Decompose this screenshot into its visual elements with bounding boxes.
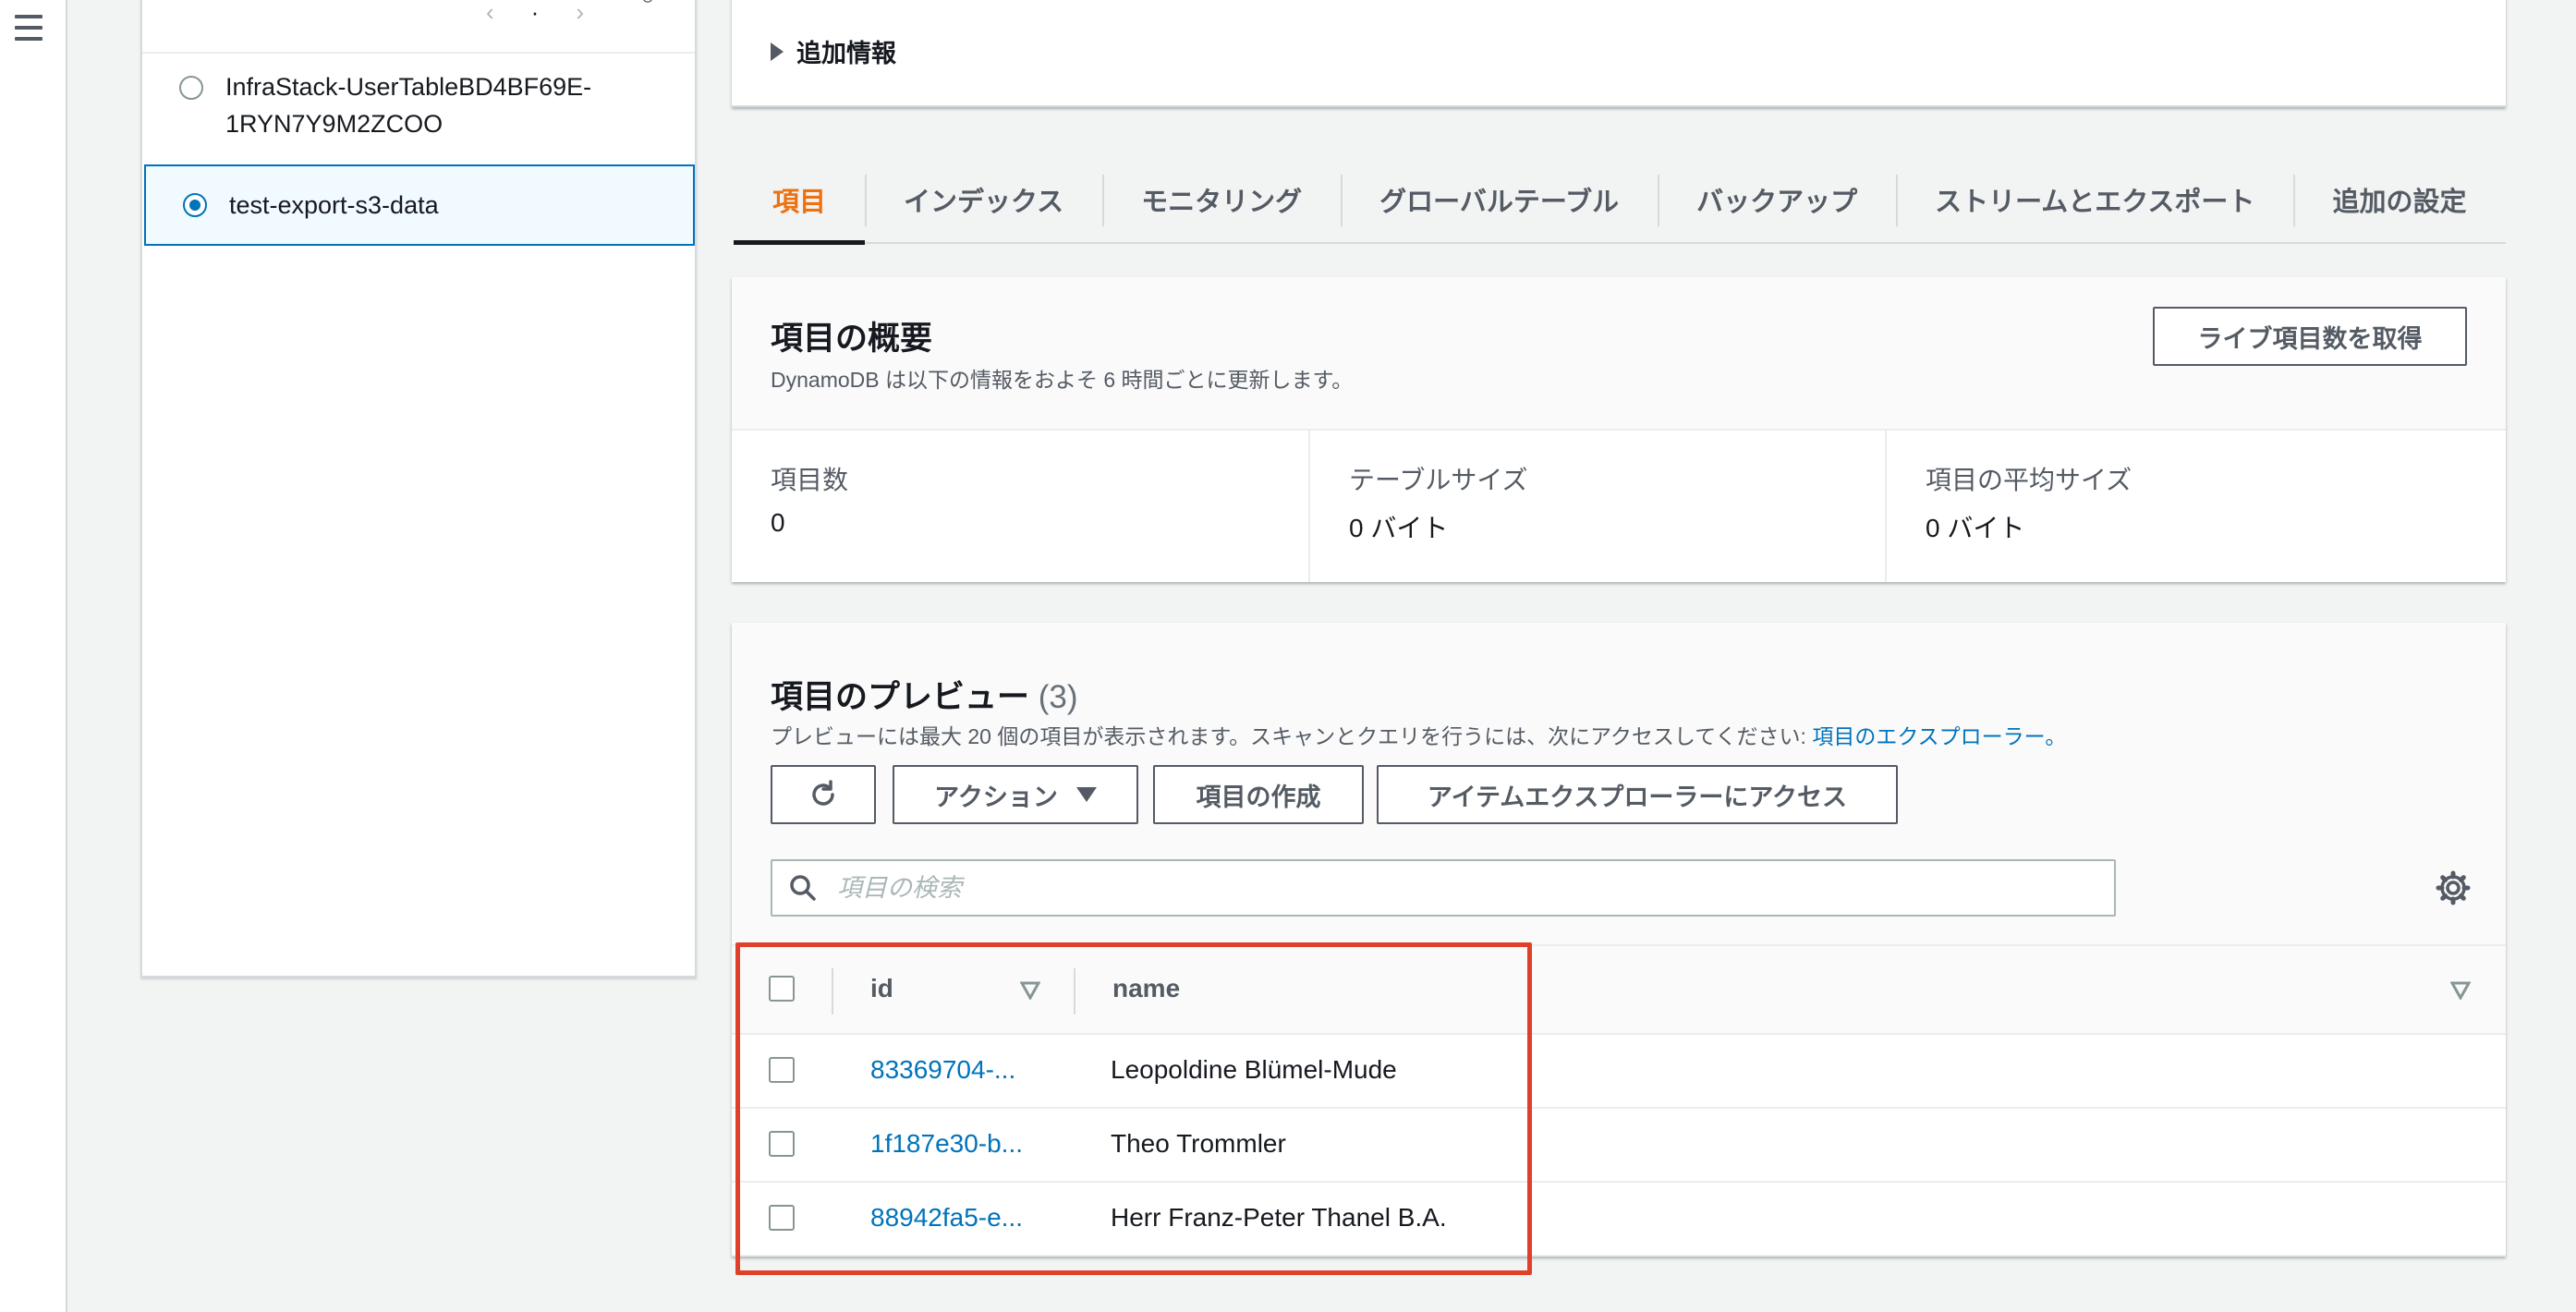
column-divider: [832, 968, 833, 1014]
column-header-id[interactable]: id: [870, 974, 893, 1003]
items-preview-card: 項目のプレビュー (3) プレビューには最大 20 個の項目が表示されます。スキ…: [732, 623, 2506, 1257]
create-item-button[interactable]: 項目の作成: [1153, 765, 1364, 824]
item-explorer-link[interactable]: 項目のエクスプローラー。: [1812, 724, 2066, 748]
table-name: InfraStack-UserTableBD4BF69E- 1RYN7Y9M2Z…: [225, 73, 592, 138]
table-list-panel: ‹ · › InfraStack-UserTableBD4BF69E- 1RYN…: [140, 0, 697, 978]
table-header: id name: [732, 944, 2506, 1035]
refresh-button[interactable]: [771, 765, 876, 824]
table-row[interactable]: 88942fa5-e... Herr Franz-Peter Thanel B.…: [732, 1183, 2506, 1257]
table-name: test-export-s3-data: [229, 191, 439, 219]
page-number[interactable]: ·: [531, 0, 540, 27]
additional-info-toggle[interactable]: 追加情報: [771, 33, 896, 69]
tab-monitoring[interactable]: モニタリング: [1102, 156, 1341, 243]
chevron-right-icon[interactable]: ›: [576, 0, 584, 27]
side-rail: [0, 0, 67, 1312]
radio-button-selected[interactable]: [183, 193, 207, 217]
preview-description: プレビューには最大 20 個の項目が表示されます。スキャンとクエリを行うには、次…: [771, 724, 2067, 748]
table-list-item-selected[interactable]: test-export-s3-data: [144, 164, 695, 246]
refresh-icon: [812, 780, 834, 806]
tab-additional-settings[interactable]: 追加の設定: [2293, 156, 2505, 243]
stat-table-size: テーブルサイズ 0 バイト: [1308, 431, 1885, 582]
tab-bar: 項目 インデックス モニタリング グローバルテーブル バックアップ ストリームと…: [734, 156, 2506, 245]
tab-indexes[interactable]: インデックス: [865, 156, 1102, 243]
preview-count: (3): [1038, 679, 1078, 715]
pagination: ‹ · ›: [486, 0, 584, 27]
search-icon: [790, 875, 816, 901]
table-row[interactable]: 83369704-... Leopoldine Blümel-Mude: [732, 1035, 2506, 1109]
summary-subtitle: DynamoDB は以下の情報をおよそ 6 時間ごとに更新します。: [771, 368, 1354, 392]
table-row[interactable]: 1f187e30-b... Theo Trommler: [732, 1109, 2506, 1183]
get-live-count-button[interactable]: ライブ項目数を取得: [2153, 307, 2467, 366]
summary-header: 項目の概要 DynamoDB は以下の情報をおよそ 6 時間ごとに更新します。 …: [732, 277, 2506, 431]
actions-dropdown[interactable]: アクション: [893, 765, 1138, 824]
tab-global-tables[interactable]: グローバルテーブル: [1341, 156, 1658, 243]
select-all-checkbox[interactable]: [769, 976, 795, 1002]
table-list-item[interactable]: InfraStack-UserTableBD4BF69E- 1RYN7Y9M2Z…: [142, 68, 695, 152]
item-id-link[interactable]: 83369704-...: [870, 1055, 1015, 1085]
search-field: [771, 859, 2116, 917]
stat-item-count: 項目数 0: [771, 466, 849, 537]
caret-down-icon: [1075, 787, 1097, 802]
tab-items[interactable]: 項目: [734, 156, 866, 245]
items-table: id name 83369704-... Leopoldine Blümel-M…: [732, 944, 2506, 1257]
item-name: Leopoldine Blümel-Mude: [1111, 1055, 1397, 1084]
item-name: Theo Trommler: [1111, 1129, 1286, 1158]
summary-title: 項目の概要: [771, 321, 933, 357]
preview-title: 項目のプレビュー (3): [771, 679, 1078, 715]
column-header-name[interactable]: name: [1112, 974, 1180, 1003]
gear-icon[interactable]: [2436, 870, 2471, 905]
row-checkbox[interactable]: [769, 1205, 795, 1231]
item-id-link[interactable]: 88942fa5-e...: [870, 1203, 1023, 1233]
table-list-header: ‹ · ›: [142, 0, 695, 54]
radio-button[interactable]: [179, 76, 203, 100]
column-divider: [1074, 968, 1075, 1014]
search-input[interactable]: [837, 867, 2094, 909]
chevron-left-icon[interactable]: ‹: [486, 0, 494, 27]
hamburger-menu-icon[interactable]: [13, 13, 44, 43]
item-id-link[interactable]: 1f187e30-b...: [870, 1129, 1023, 1159]
row-checkbox[interactable]: [769, 1057, 795, 1083]
gear-icon[interactable]: [632, 0, 663, 11]
item-name: Herr Franz-Peter Thanel B.A.: [1111, 1203, 1447, 1232]
item-explorer-button[interactable]: アイテムエクスプローラーにアクセス: [1377, 765, 1898, 824]
additional-info-section: 追加情報: [732, 0, 2506, 107]
tab-streams-exports[interactable]: ストリームとエクスポート: [1896, 156, 2293, 243]
items-summary-card: 項目の概要 DynamoDB は以下の情報をおよそ 6 時間ごとに更新します。 …: [732, 277, 2506, 582]
stat-avg-item-size: 項目の平均サイズ 0 バイト: [1885, 431, 2506, 582]
caret-right-icon: [771, 42, 784, 61]
sort-icon[interactable]: [2450, 981, 2471, 1000]
tab-backups[interactable]: バックアップ: [1658, 156, 1896, 243]
sort-icon[interactable]: [1020, 981, 1040, 1000]
row-checkbox[interactable]: [769, 1131, 795, 1157]
